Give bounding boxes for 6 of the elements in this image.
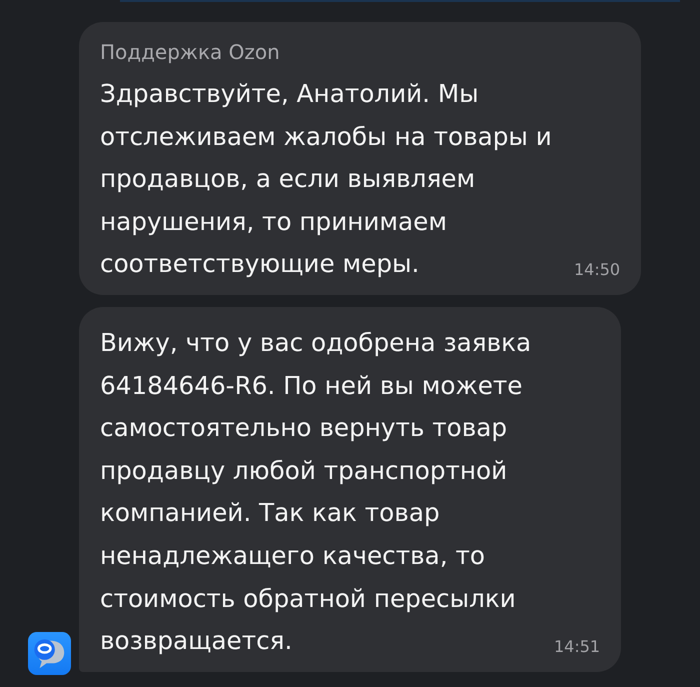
message-text: Вижу, что у вас одобрена заявка 64184646-R6. По ней вы можете самостоятельно вернуть товар продавцу любой транспортной компанией. Так как товар ненадлежащего качества, то стоимость обратной пересылки возвращается. — [100, 326, 532, 658]
message-time: 14:51 — [554, 636, 600, 657]
message-time: 14:50 — [574, 260, 620, 280]
chat-app-icon — [28, 632, 71, 675]
message-text: Здравствуйте, Анатолий. Мы отслеживаем жалобы на товары и продавцов, а если выявляем нарушения, то принимаем соответствующие меры. — [100, 78, 552, 280]
sender-name: Поддержка Ozon — [100, 39, 281, 66]
